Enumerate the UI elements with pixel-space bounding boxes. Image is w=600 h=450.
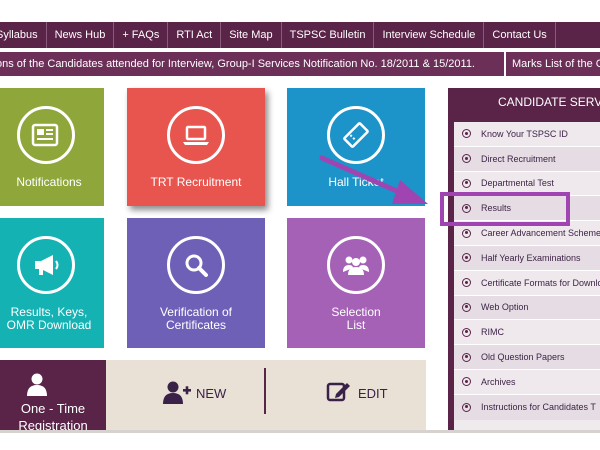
tile-label-line2: OMR Download: [6, 318, 92, 332]
bullet-icon: [462, 377, 471, 387]
tile-label: TRT Recruitment: [150, 175, 242, 189]
list-item-label: Direct Recruitment: [481, 153, 556, 164]
otr-label-line1: One - Time: [20, 401, 86, 416]
nav-rti-act[interactable]: RTI Act: [168, 22, 222, 48]
hall-ticket-tile[interactable]: Hall Ticket: [287, 88, 425, 206]
notifications-tile[interactable]: Notifications: [0, 88, 104, 206]
megaphone-icon: [17, 236, 75, 294]
list-item-label: Half Yearly Examinations: [481, 252, 581, 263]
bullet-icon: [462, 178, 471, 188]
news-ticker: ons of the Candidates attended for Inter…: [0, 52, 600, 76]
verification-of-certificates-tile[interactable]: Verification of Certificates: [127, 218, 265, 348]
edit-registration-button[interactable]: EDIT: [326, 378, 388, 408]
nav-contact-us[interactable]: Contact Us: [484, 22, 556, 48]
list-item-label: Certificate Formats for Download: [481, 277, 600, 288]
divider: [264, 368, 266, 414]
list-item-label: Instructions for Candidates T: [481, 402, 596, 413]
edit-icon: [326, 380, 352, 407]
results-keys-omr-tile[interactable]: Results, Keys, OMR Download: [0, 218, 104, 348]
list-item[interactable]: Archives: [454, 369, 600, 395]
bullet-icon: [462, 154, 471, 164]
panel-title: CANDIDATE SERVICES: [498, 95, 600, 109]
nav-tspsc-bulletin[interactable]: TSPSC Bulletin: [282, 22, 375, 48]
tile-label-line2: Certificates: [165, 318, 227, 332]
tile-label-line2: List: [346, 318, 366, 332]
list-item[interactable]: Certificate Formats for Download: [454, 270, 600, 296]
bullet-icon: [462, 352, 471, 362]
list-item-label: Old Question Papers: [481, 352, 565, 363]
bullet-icon: [462, 228, 471, 238]
bullet-icon: [462, 129, 471, 139]
list-item-label: Web Option: [481, 302, 529, 313]
nav-news-hub[interactable]: News Hub: [47, 22, 115, 48]
results-highlight-box: [440, 192, 570, 226]
one-time-registration[interactable]: One - Time Registration: [0, 360, 106, 433]
list-item-label: Departmental Test: [481, 178, 554, 189]
laptop-icon: [167, 106, 225, 164]
nav-faqs[interactable]: + FAQs: [114, 22, 169, 48]
list-item-label: RIMC: [481, 327, 504, 338]
selection-list-tile[interactable]: Selection List: [287, 218, 425, 348]
bullet-icon: [462, 302, 471, 312]
newspaper-icon: [17, 106, 75, 164]
list-item-label: Archives: [481, 376, 516, 387]
bullet-icon: [462, 278, 471, 288]
tile-label: Notifications: [16, 175, 82, 189]
ticket-icon: [327, 106, 385, 164]
candidate-services-panel: CANDIDATE SERVICES Know Your TSPSC ID Di…: [448, 88, 600, 430]
add-user-icon: [162, 380, 192, 407]
top-navigation: Syllabus News Hub + FAQs RTI Act Site Ma…: [0, 22, 600, 48]
list-item[interactable]: Web Option: [454, 295, 600, 321]
bullet-icon: [462, 402, 471, 412]
nav-site-map[interactable]: Site Map: [221, 22, 282, 48]
nav-interview-schedule[interactable]: Interview Schedule: [374, 22, 485, 48]
new-registration-button[interactable]: NEW: [162, 378, 226, 408]
nav-syllabus[interactable]: Syllabus: [0, 22, 47, 48]
list-item-label: Know Your TSPSC ID: [481, 128, 568, 139]
bullet-icon: [462, 253, 471, 263]
bullet-icon: [462, 327, 471, 337]
list-item-label: Career Advancement Scheme: [481, 228, 600, 239]
divider: [0, 430, 600, 433]
list-item[interactable]: Half Yearly Examinations: [454, 245, 600, 271]
list-item[interactable]: RIMC: [454, 320, 600, 346]
tile-label: Hall Ticket: [328, 175, 384, 189]
list-item[interactable]: Know Your TSPSC ID: [454, 122, 600, 147]
user-icon: [26, 372, 48, 399]
candidate-services-list: Know Your TSPSC ID Direct Recruitment De…: [454, 122, 600, 430]
list-item[interactable]: Old Question Papers: [454, 345, 600, 370]
ticker-item[interactable]: ons of the Candidates attended for Inter…: [0, 52, 475, 76]
ticker-item[interactable]: Marks List of the C: [504, 52, 600, 76]
list-item[interactable]: Direct Recruitment: [454, 146, 600, 172]
trt-recruitment-tile[interactable]: TRT Recruitment: [127, 88, 265, 206]
search-icon: [167, 236, 225, 294]
edit-label: EDIT: [358, 385, 388, 401]
list-item[interactable]: Instructions for Candidates T: [454, 394, 600, 420]
registration-actions: NEW EDIT: [106, 360, 426, 430]
users-group-icon: [327, 236, 385, 294]
new-label: NEW: [196, 385, 227, 401]
